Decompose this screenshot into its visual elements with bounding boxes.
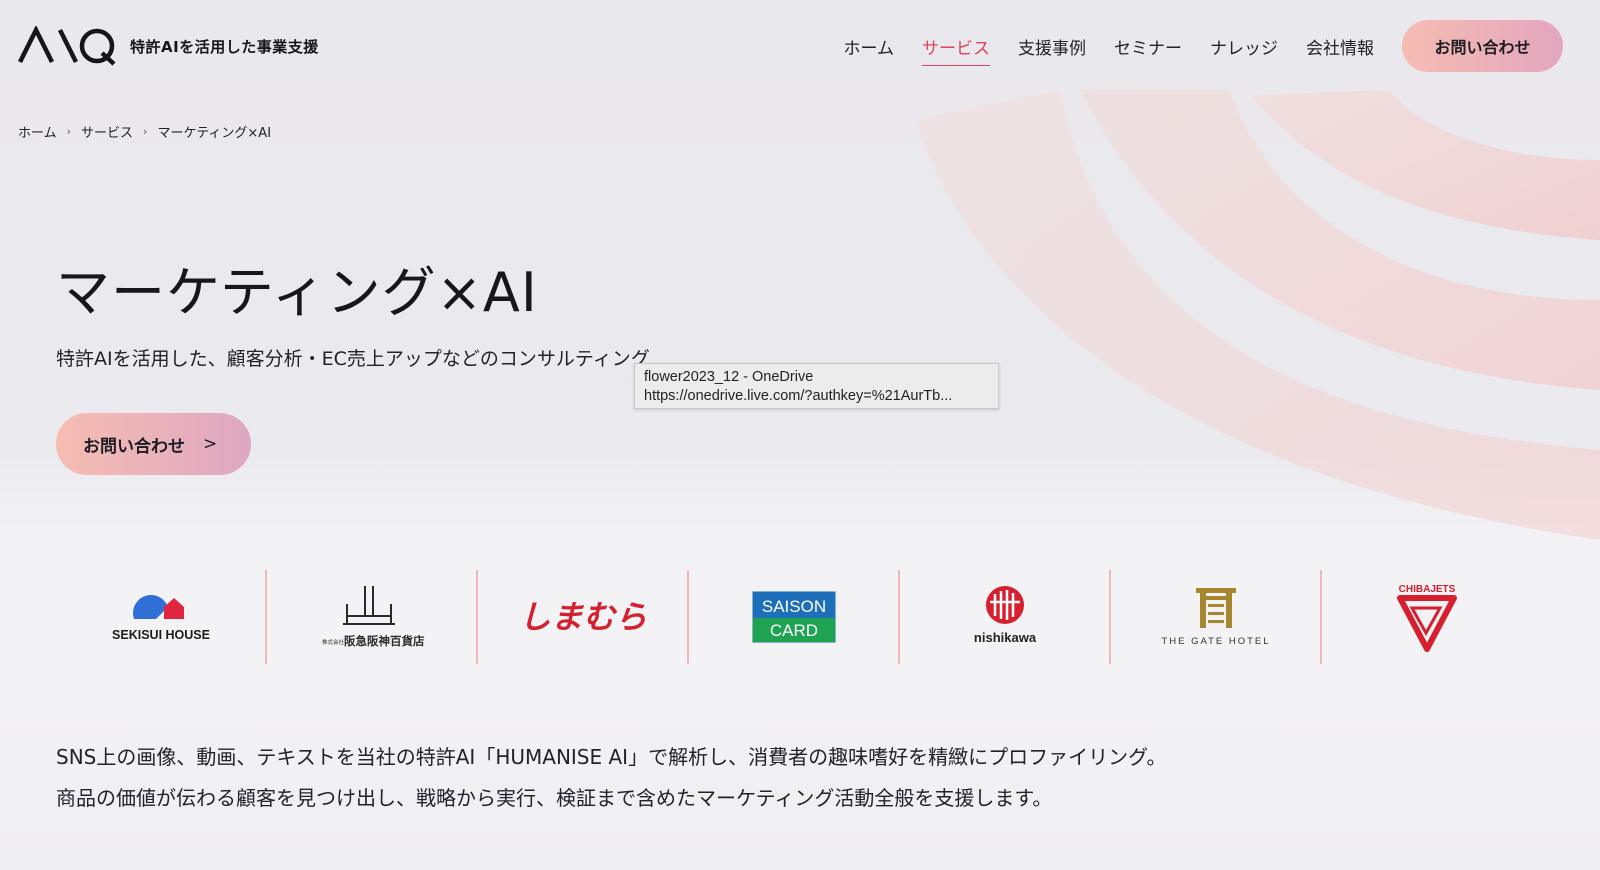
logo-saison-card: SAISON CARD [689, 570, 900, 664]
aiq-logo-icon [18, 26, 116, 66]
svg-text:CHIBAJETS: CHIBAJETS [1398, 584, 1455, 595]
nav-item-knowledge[interactable]: ナレッジ [1210, 34, 1278, 66]
chevron-right-icon: › [66, 125, 72, 138]
tooltip-url: https://onedrive.live.com/?authkey=%21Au… [644, 388, 953, 404]
shimamura-logo-icon: しまむら [518, 598, 646, 636]
logo-nishikawa: nishikawa [900, 570, 1111, 664]
svg-text:しまむら: しまむら [518, 598, 646, 636]
hero-contact-label: お問い合わせ [83, 436, 185, 457]
client-logos: SEKISUI HOUSE 株式会社 阪急阪神百貨店 しまむら SAISON C… [56, 570, 1531, 664]
breadcrumb-current: マーケティング×AI [157, 126, 272, 141]
page-subtitle: 特許AIを活用した、顧客分析・EC売上アップなどのコンサルティング [56, 348, 650, 370]
nav-item-home[interactable]: ホーム [844, 34, 895, 66]
nav-item-cases[interactable]: 支援事例 [1018, 34, 1086, 66]
svg-text:SEKISUI HOUSE: SEKISUI HOUSE [112, 628, 210, 642]
logo-hankyu-hanshin: 株式会社 阪急阪神百貨店 [267, 570, 478, 664]
breadcrumb: ホーム › サービス › マーケティング×AI [18, 122, 271, 141]
the-gate-hotel-logo-icon: THE GATE HOTEL [1161, 588, 1270, 647]
logo-shimamura: しまむら [478, 570, 689, 664]
svg-text:CARD: CARD [769, 621, 817, 640]
nav-item-seminar[interactable]: セミナー [1114, 34, 1182, 66]
site-logo[interactable]: 特許AIを活用した事業支援 [18, 26, 319, 66]
sekisui-house-logo-icon: SEKISUI HOUSE [112, 594, 210, 642]
svg-text:阪急阪神百貨店: 阪急阪神百貨店 [344, 634, 425, 648]
logo-chiba-jets: CHIBAJETS [1322, 570, 1531, 664]
link-tooltip: flower2023_12 - OneDrive https://onedriv… [634, 363, 999, 409]
service-description: SNS上の画像、動画、テキストを当社の特許AI「HUMANISE AI」で解析し… [56, 737, 1166, 819]
hankyu-hanshin-logo-icon: 株式会社 阪急阪神百貨店 [322, 586, 425, 648]
chevron-right-icon: › [143, 125, 148, 138]
site-header: 特許AIを活用した事業支援 ホーム サービス 支援事例 セミナー ナレッジ 会社… [0, 0, 1600, 96]
page-title: マーケティング×AI [56, 261, 538, 324]
hero-contact-button[interactable]: お問い合わせ > [56, 413, 251, 475]
breadcrumb-service[interactable]: サービス [81, 122, 133, 141]
saison-card-logo-icon: SAISON CARD [752, 591, 835, 643]
nishikawa-logo-icon: nishikawa [973, 586, 1036, 645]
chiba-jets-logo-icon: CHIBAJETS [1396, 584, 1457, 652]
header-contact-button[interactable]: お問い合わせ [1402, 20, 1563, 72]
main-nav: ホーム サービス 支援事例 セミナー ナレッジ 会社情報 [816, 34, 1374, 66]
nav-item-company[interactable]: 会社情報 [1306, 34, 1374, 66]
description-line-2: 商品の価値が伝わる顧客を見つけ出し、戦略から実行、検証まで含めたマーケティング活… [56, 786, 1053, 810]
svg-text:SAISON: SAISON [761, 597, 825, 616]
tooltip-title: flower2023_12 - OneDrive [644, 369, 814, 385]
description-line-1: SNS上の画像、動画、テキストを当社の特許AI「HUMANISE AI」で解析し… [56, 745, 1167, 769]
logo-tagline: 特許AIを活用した事業支援 [130, 37, 319, 56]
nav-item-service[interactable]: サービス [922, 34, 990, 66]
logo-the-gate-hotel: THE GATE HOTEL [1111, 570, 1322, 664]
svg-text:株式会社: 株式会社 [322, 638, 345, 646]
arrow-right-icon: > [203, 434, 218, 454]
svg-text:nishikawa: nishikawa [973, 630, 1036, 645]
logo-sekisui-house: SEKISUI HOUSE [56, 570, 267, 664]
svg-text:THE GATE HOTEL: THE GATE HOTEL [1161, 636, 1270, 647]
breadcrumb-home[interactable]: ホーム [18, 122, 57, 141]
